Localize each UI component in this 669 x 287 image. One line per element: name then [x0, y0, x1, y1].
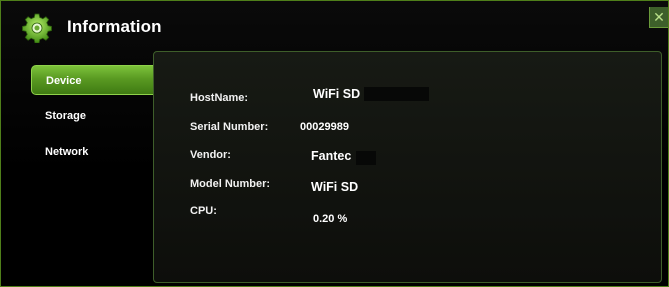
serial-number-label: Serial Number:	[190, 121, 269, 133]
vendor-value: Fantec	[311, 149, 352, 163]
serial-number-value: 00029989	[300, 121, 349, 133]
close-button[interactable]: ✕	[649, 7, 668, 28]
nav-item-storage[interactable]: Storage	[31, 101, 153, 131]
device-info-panel: HostName: WiFi SD Serial Number: 0002998…	[153, 51, 662, 283]
redaction-bar	[356, 151, 376, 165]
redaction-bar	[364, 87, 429, 101]
model-number-label: Model Number:	[190, 178, 271, 190]
information-dialog: Information ✕ Device Storage Network Hos…	[0, 0, 669, 287]
window-title: Information	[67, 17, 162, 36]
hostname-value: WiFi SD	[313, 87, 361, 101]
title-bar: Information ✕	[1, 1, 668, 51]
hostname-label: HostName:	[190, 92, 249, 104]
nav-item-device[interactable]: Device	[31, 65, 153, 95]
cpu-value: 0.20 %	[313, 213, 348, 225]
nav-item-network[interactable]: Network	[31, 137, 153, 167]
model-number-value: WiFi SD	[311, 180, 359, 194]
vendor-label: Vendor:	[190, 149, 231, 161]
cpu-label: CPU:	[190, 205, 217, 217]
gear-icon	[22, 13, 52, 44]
